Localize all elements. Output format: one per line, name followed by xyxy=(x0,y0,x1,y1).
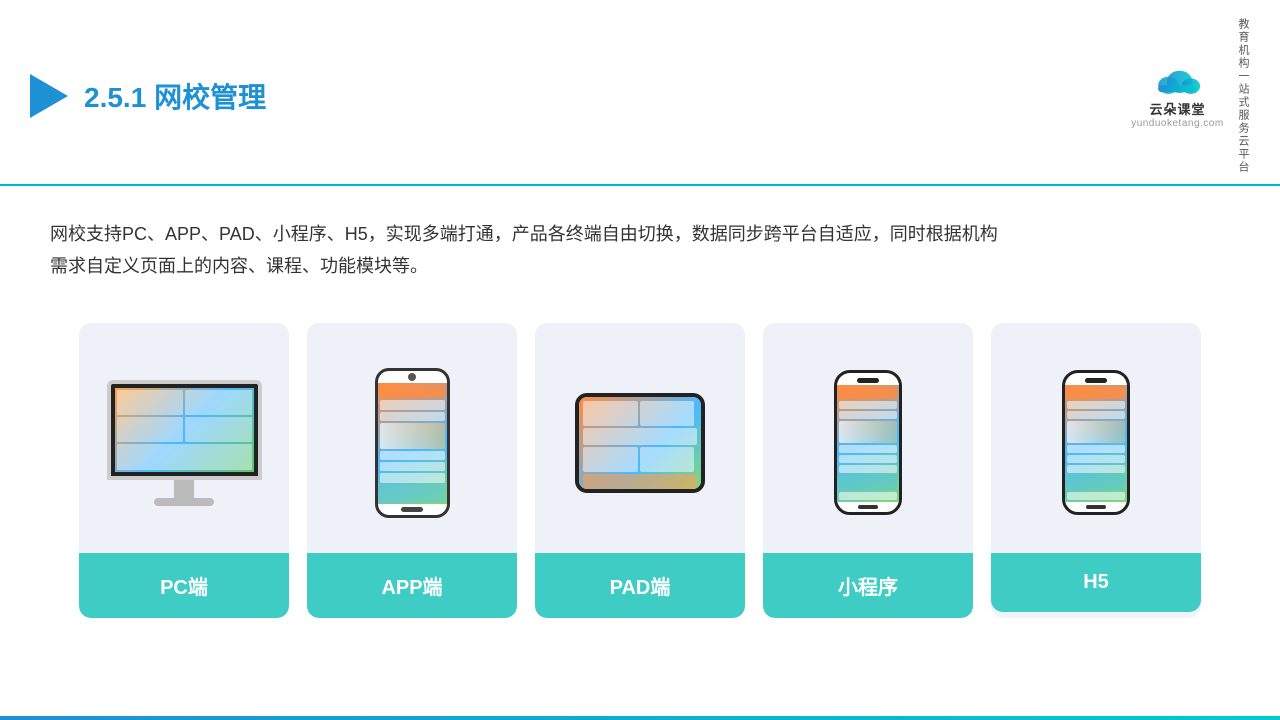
description-area: 网校支持PC、APP、PAD、小程序、H5，实现多端打通，产品各终端自由切换，数… xyxy=(0,186,1280,303)
app-phone-device xyxy=(375,368,450,518)
card-pad: PAD端 xyxy=(535,323,745,618)
card-pc-label: PC端 xyxy=(79,553,289,618)
cloud-logo: 云朵课堂 yunduoketang.com xyxy=(1131,63,1224,129)
logo-text: 云朵课堂 yunduoketang.com xyxy=(1131,99,1224,129)
card-h5: H5 xyxy=(991,323,1201,618)
card-pc-image xyxy=(79,323,289,553)
card-app: APP端 xyxy=(307,323,517,618)
monitor-device xyxy=(107,380,262,506)
card-h5-image xyxy=(991,323,1201,553)
logo-tagline: 教育机构一站式服务云平台 xyxy=(1236,18,1250,174)
logo-area: 云朵课堂 yunduoketang.com 教育机构一站式服务云平台 xyxy=(1131,18,1250,174)
card-miniapp: 小程序 xyxy=(763,323,973,618)
card-pad-label: PAD端 xyxy=(535,553,745,618)
logo-url: yunduoketang.com xyxy=(1131,118,1224,129)
card-miniapp-label: 小程序 xyxy=(763,553,973,618)
play-icon xyxy=(30,74,68,118)
card-pc: PC端 xyxy=(79,323,289,618)
title-main: 网校管理 xyxy=(154,82,266,113)
cards-section: PC端 APP端 xyxy=(0,303,1280,638)
title-prefix: 2.5.1 xyxy=(84,82,146,113)
page-title: 2.5.1 网校管理 xyxy=(84,76,266,116)
description-line2: 需求自定义页面上的内容、课程、功能模块等。 xyxy=(50,250,1230,282)
card-pad-image xyxy=(535,323,745,553)
header-left: 2.5.1 网校管理 xyxy=(30,74,266,118)
header: 2.5.1 网校管理 云朵课堂 yunduoketang.com xyxy=(0,0,1280,186)
logo-name: 云朵课堂 xyxy=(1131,99,1224,118)
description-line1: 网校支持PC、APP、PAD、小程序、H5，实现多端打通，产品各终端自由切换，数… xyxy=(50,218,1230,250)
card-app-image xyxy=(307,323,517,553)
tablet-device xyxy=(575,393,705,493)
bottom-bar xyxy=(0,716,1280,720)
card-h5-label: H5 xyxy=(991,553,1201,612)
miniapp-phone-device xyxy=(834,370,902,515)
card-miniapp-image xyxy=(763,323,973,553)
card-app-label: APP端 xyxy=(307,553,517,618)
cloud-icon xyxy=(1151,63,1203,99)
h5-phone-device xyxy=(1062,370,1130,515)
